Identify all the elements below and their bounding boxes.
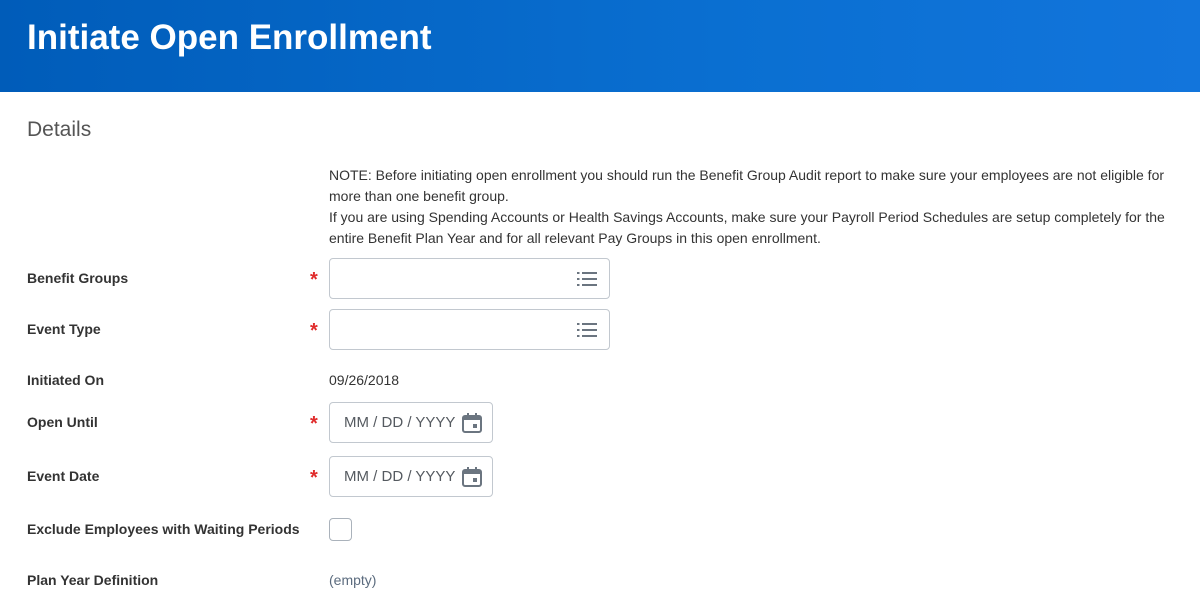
benefit-groups-text[interactable] bbox=[338, 267, 568, 291]
list-icon[interactable] bbox=[577, 271, 597, 287]
exclude-waiting-label: Exclude Employees with Waiting Periods bbox=[27, 521, 300, 537]
section-title-details: Details bbox=[27, 118, 92, 141]
event-date-required-mark: * bbox=[310, 467, 318, 489]
calendar-icon[interactable] bbox=[461, 412, 483, 434]
benefit-groups-input[interactable] bbox=[329, 258, 610, 299]
list-icon[interactable] bbox=[577, 322, 597, 338]
open-until-required-mark: * bbox=[310, 413, 318, 435]
open-until-label: Open Until bbox=[27, 414, 98, 430]
note-line-audit: NOTE: Before initiating open enrollment … bbox=[329, 167, 1165, 204]
event-date-date-input[interactable]: MM / DD / YYYY bbox=[329, 456, 493, 497]
event-date-label: Event Date bbox=[27, 468, 100, 484]
open-until-date-input[interactable]: MM / DD / YYYY bbox=[329, 402, 493, 443]
benefit-groups-required-mark: * bbox=[310, 269, 318, 291]
initiated-on-value: 09/26/2018 bbox=[329, 372, 400, 388]
initiated-on-label: Initiated On bbox=[27, 372, 104, 388]
note-line-spending: If you are using Spending Accounts or He… bbox=[329, 209, 1165, 246]
plan-year-definition-label: Plan Year Definition bbox=[27, 572, 159, 588]
enrollment-note: NOTE: Before initiating open enrollment … bbox=[329, 165, 1179, 249]
page-header: Initiate Open Enrollment bbox=[0, 0, 1200, 92]
exclude-waiting-checkbox[interactable] bbox=[329, 518, 352, 541]
page-title: Initiate Open Enrollment bbox=[27, 18, 432, 57]
plan-year-definition-value: (empty) bbox=[329, 572, 377, 588]
benefit-groups-label: Benefit Groups bbox=[27, 270, 129, 286]
event-type-text[interactable] bbox=[338, 318, 568, 342]
calendar-icon[interactable] bbox=[461, 466, 483, 488]
event-type-input[interactable] bbox=[329, 309, 610, 350]
event-type-required-mark: * bbox=[310, 320, 318, 342]
event-date-date-placeholder[interactable]: MM / DD / YYYY bbox=[344, 468, 455, 485]
open-until-date-placeholder[interactable]: MM / DD / YYYY bbox=[344, 414, 455, 431]
event-type-label: Event Type bbox=[27, 321, 101, 337]
